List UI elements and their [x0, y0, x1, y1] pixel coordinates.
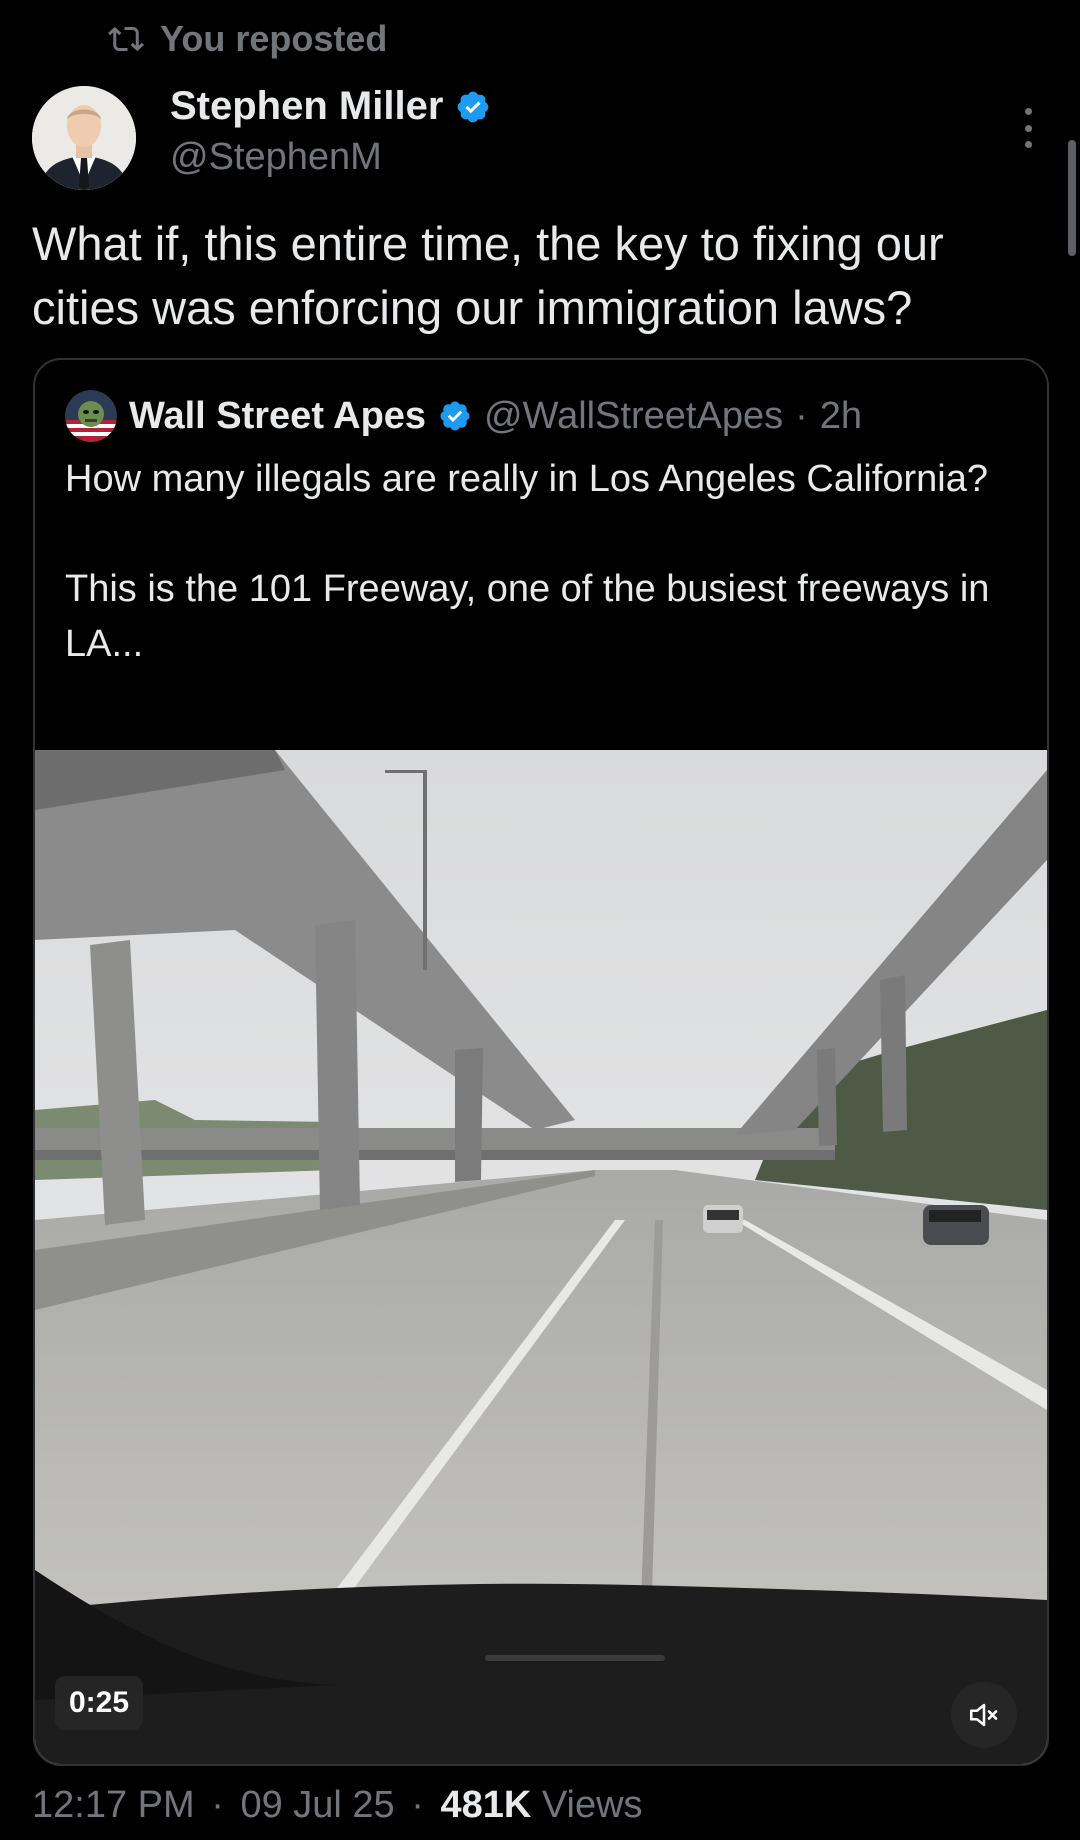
quoted-tweet-card[interactable]: Wall Street Apes @WallStreetApes · 2h Ho…: [33, 358, 1049, 1766]
quote-avatar[interactable]: [65, 390, 117, 442]
tweet-date[interactable]: 09 Jul 25: [240, 1784, 394, 1826]
mute-icon: [969, 1703, 998, 1727]
repost-indicator: You reposted: [108, 18, 387, 60]
more-dot-icon: [1024, 124, 1032, 132]
verified-badge-icon: [440, 401, 470, 431]
scrollbar-thumb[interactable]: [1068, 140, 1076, 256]
author-name-text: Stephen Miller: [170, 84, 444, 128]
verified-badge-icon: [458, 91, 489, 122]
views-count[interactable]: 481K: [440, 1784, 531, 1826]
author-name[interactable]: Stephen Miller: [170, 84, 491, 129]
quote-author-name[interactable]: Wall Street Apes: [129, 395, 426, 438]
tweet-time[interactable]: 12:17 PM: [32, 1784, 195, 1826]
more-options-button[interactable]: [1010, 108, 1046, 148]
views-label: Views: [531, 1784, 643, 1826]
quoted-tweet-text: How many illegals are really in Los Ange…: [65, 458, 990, 665]
video-duration: 0:25: [55, 1676, 144, 1730]
more-dot-icon: [1024, 141, 1032, 148]
repost-icon: [108, 26, 144, 52]
avatar[interactable]: [32, 86, 136, 190]
quoted-tweet-header: Wall Street Apes @WallStreetApes · 2h: [65, 390, 862, 442]
tweet-meta: 12:17 PM · 09 Jul 25 · 481K Views: [32, 1784, 643, 1827]
quote-author-handle[interactable]: @WallStreetApes: [484, 395, 783, 438]
repost-label: You reposted: [160, 18, 388, 59]
author-handle[interactable]: @StephenM: [170, 136, 382, 179]
quote-timestamp[interactable]: 2h: [820, 395, 862, 438]
video-frame: [35, 750, 1047, 1764]
mute-button[interactable]: [951, 1682, 1017, 1748]
more-dot-icon: [1024, 108, 1032, 115]
tweet-text: What if, this entire time, the key to fi…: [32, 217, 944, 334]
meta-separator: ·: [411, 1784, 424, 1826]
quote-separator: ·: [795, 394, 808, 437]
video-player[interactable]: 0:25: [35, 750, 1047, 1764]
meta-separator: ·: [211, 1784, 224, 1826]
